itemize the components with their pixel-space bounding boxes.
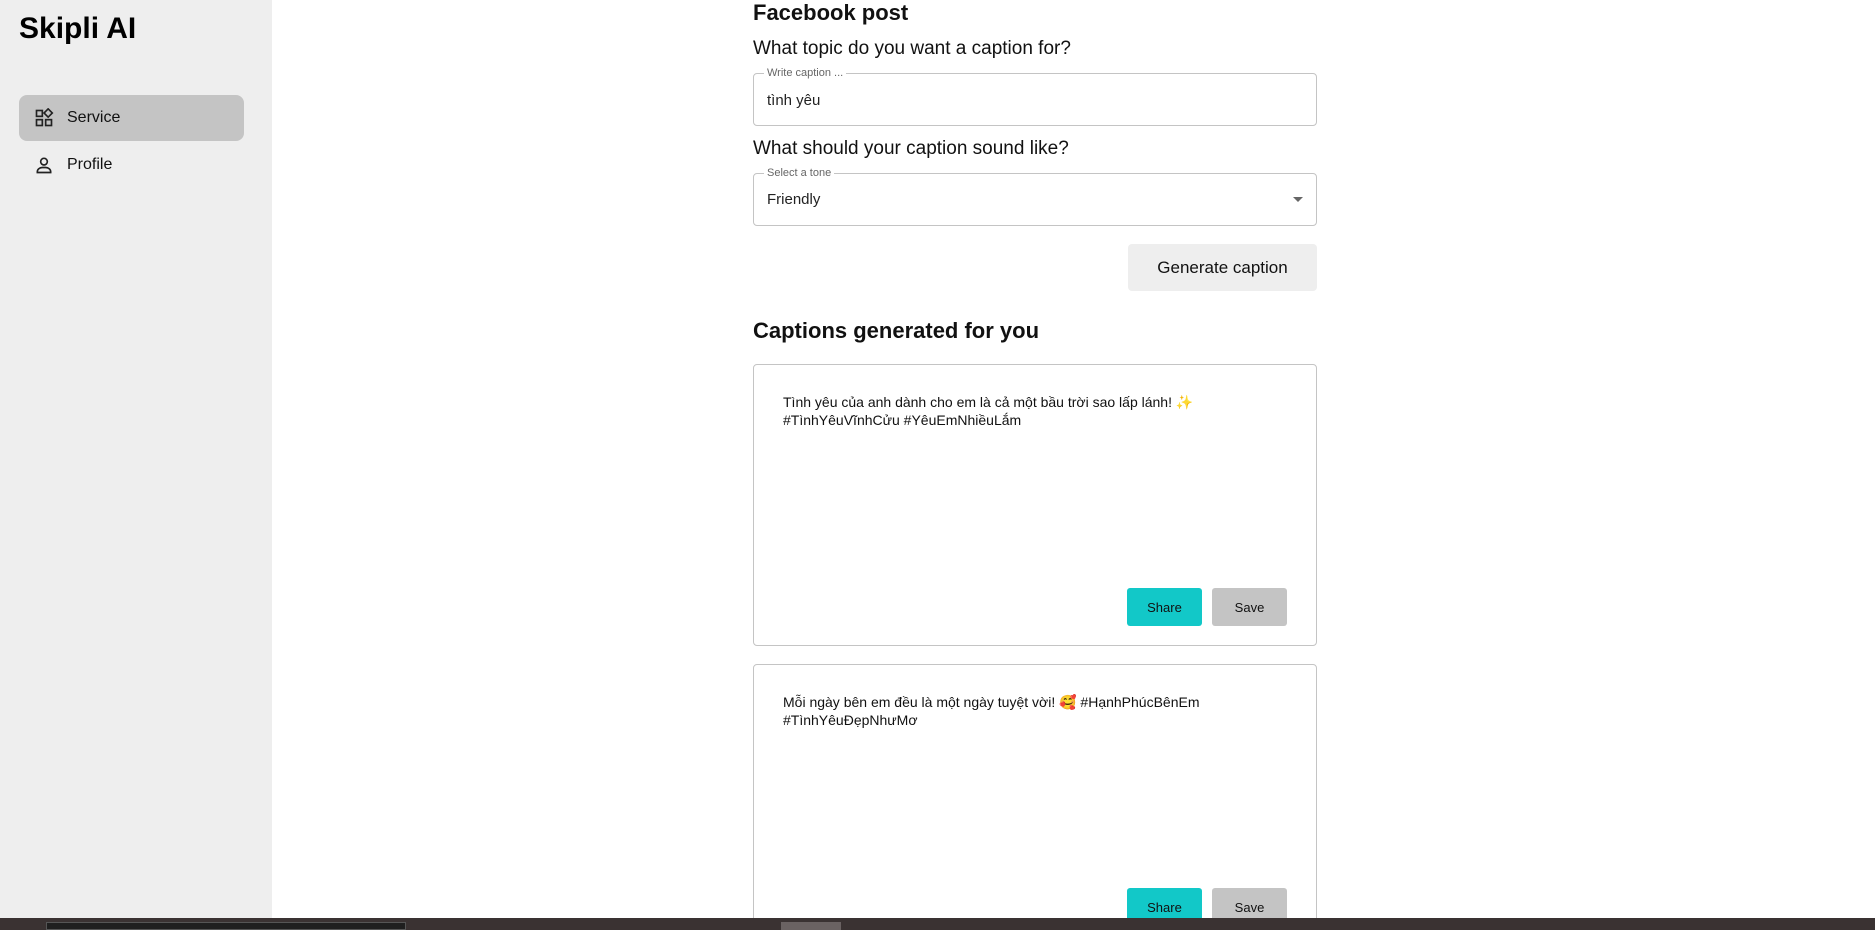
sidebar-item-label: Profile [67, 156, 113, 173]
tone-select-value: Friendly [767, 191, 821, 208]
caption-card: Mỗi ngày bên em đều là một ngày tuyệt vờ… [753, 664, 1317, 930]
topic-question: What topic do you want a caption for? [753, 38, 1071, 59]
topic-input[interactable] [767, 87, 1287, 113]
user-icon [33, 154, 55, 176]
save-button[interactable]: Save [1212, 588, 1287, 626]
tone-question: What should your caption sound like? [753, 138, 1069, 159]
generate-caption-button[interactable]: Generate caption [1128, 244, 1317, 291]
grid-icon [33, 107, 55, 129]
taskbar-item[interactable] [781, 922, 841, 930]
tone-select[interactable]: Select a tone Friendly [753, 167, 1317, 226]
sidebar: Skipli AI Service Profile [0, 0, 272, 918]
tone-select-label: Select a tone [764, 167, 835, 179]
chevron-down-icon [1293, 197, 1303, 202]
share-button[interactable]: Share [1127, 588, 1202, 626]
app: Skipli AI Service Profile Facebook post … [0, 0, 1875, 930]
results-title: Captions generated for you [753, 318, 1040, 343]
caption-card: Tình yêu của anh dành cho em là cả một b… [753, 364, 1317, 646]
sidebar-item-service[interactable]: Service [19, 95, 244, 141]
topic-field[interactable]: Write caption ... [753, 67, 1317, 126]
taskbar [0, 918, 1875, 930]
sidebar-item-label: Service [67, 109, 121, 126]
page-title: Facebook post [753, 0, 909, 25]
topic-field-label: Write caption ... [764, 67, 847, 79]
sidebar-item-profile[interactable]: Profile [19, 142, 244, 188]
caption-text: Mỗi ngày bên em đều là một ngày tuyệt vờ… [783, 694, 1200, 728]
caption-text: Tình yêu của anh dành cho em là cả một b… [783, 394, 1194, 428]
taskbar-item[interactable] [46, 922, 406, 930]
brand-logo: Skipli AI [19, 12, 137, 45]
